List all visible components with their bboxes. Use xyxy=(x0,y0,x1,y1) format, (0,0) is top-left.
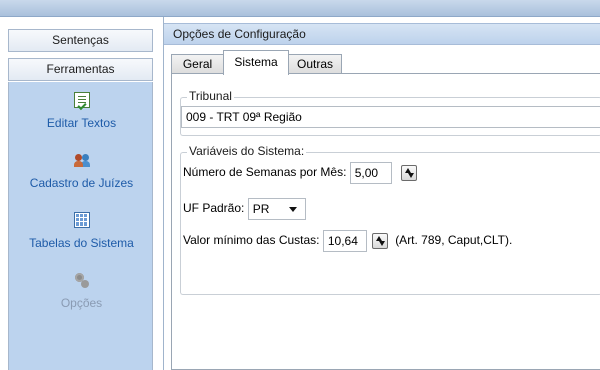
custas-note: (Art. 789, Caput,CLT). xyxy=(395,233,513,247)
semanas-label: Número de Semanas por Mês: xyxy=(183,165,347,179)
tool-opcoes-label[interactable]: Opções xyxy=(9,296,154,310)
uf-row: UF Padrão: PR xyxy=(183,197,306,220)
config-panel: Opções de Configuração Geral Sistema Out… xyxy=(163,17,600,370)
nav-ferramentas[interactable]: Ferramentas xyxy=(8,58,153,81)
tribunal-group: Tribunal 009 - TRT 09ª Região xyxy=(180,89,600,136)
custas-row: Valor mínimo das Custas: 10,64 (Art. 789… xyxy=(183,229,513,252)
gear-icon xyxy=(74,272,90,288)
tab-geral[interactable]: Geral xyxy=(171,54,224,74)
tab-outras[interactable]: Outras xyxy=(288,54,342,74)
users-icon xyxy=(73,152,90,168)
semanas-row: Número de Semanas por Mês: 5,00 xyxy=(183,161,417,184)
config-title: Opções de Configuração xyxy=(164,23,600,45)
tool-tabelas-sistema[interactable]: Tabelas do Sistema xyxy=(9,212,154,250)
custas-label: Valor mínimo das Custas: xyxy=(183,233,320,247)
uf-label: UF Padrão: xyxy=(183,201,245,215)
nav-sentencas[interactable]: Sentenças xyxy=(8,29,153,52)
custas-input[interactable]: 10,64 xyxy=(322,229,367,252)
document-check-icon xyxy=(73,92,90,108)
tool-cadastro-juizes-label[interactable]: Cadastro de Juízes xyxy=(9,176,154,190)
tool-tabelas-sistema-label[interactable]: Tabelas do Sistema xyxy=(9,236,154,250)
chevron-down-icon[interactable] xyxy=(288,206,297,212)
variaveis-group: Variáveis do Sistema: Número de Semanas … xyxy=(180,144,600,295)
tool-editar-textos-label[interactable]: Editar Textos xyxy=(9,116,154,130)
tool-opcoes[interactable]: Opções xyxy=(9,272,154,310)
tool-editar-textos[interactable]: Editar Textos xyxy=(9,92,154,130)
tab-page-sistema: Tribunal 009 - TRT 09ª Região Variáveis … xyxy=(171,73,600,370)
custas-spinner-icon[interactable] xyxy=(371,232,388,249)
table-icon xyxy=(73,212,90,228)
tribunal-legend: Tribunal xyxy=(187,89,234,103)
navigation-panel: Sentenças Ferramentas Editar Textos Cada… xyxy=(0,17,163,370)
uf-select[interactable]: PR xyxy=(247,197,306,220)
semanas-spinner-icon[interactable] xyxy=(400,164,417,181)
tab-sistema[interactable]: Sistema xyxy=(223,50,289,75)
semanas-input[interactable]: 5,00 xyxy=(349,161,392,184)
variaveis-legend: Variáveis do Sistema: xyxy=(187,144,307,158)
tribunal-field[interactable]: 009 - TRT 09ª Região xyxy=(181,106,600,128)
tool-cadastro-juizes[interactable]: Cadastro de Juízes xyxy=(9,152,154,190)
window-top-strip xyxy=(0,0,600,17)
uf-selected-value: PR xyxy=(252,201,270,216)
tools-pane: Editar Textos Cadastro de Juízes Tabelas… xyxy=(8,82,153,370)
